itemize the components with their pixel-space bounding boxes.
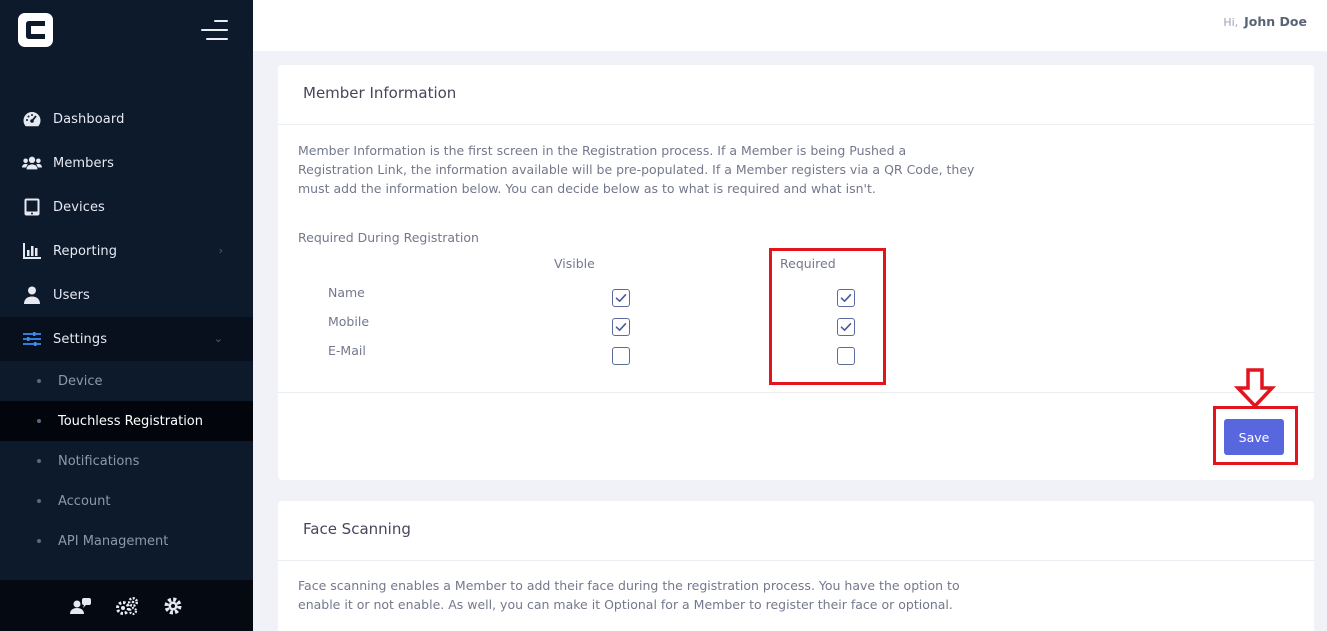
save-button-highlight: [1213, 406, 1298, 465]
user-icon: [22, 285, 42, 305]
sidebar-item-label: Devices: [53, 199, 105, 215]
arrow-down-icon: [1234, 368, 1276, 409]
chevron-down-icon: ⌄: [213, 332, 223, 345]
column-header-visible: Visible: [554, 256, 595, 271]
card-header: Face Scanning: [278, 501, 1314, 561]
mobile-visible-checkbox[interactable]: [612, 318, 630, 336]
sidebar-subitem-label: API Management: [58, 533, 169, 549]
sidebar-subitem-label: Touchless Registration: [58, 413, 203, 429]
gear-icon[interactable]: [161, 594, 185, 618]
bullet-dot: [37, 419, 41, 423]
chevron-right-icon: ›: [218, 244, 223, 257]
sidebar-item-label: Dashboard: [53, 111, 125, 127]
user-greeting[interactable]: Hi, John Doe: [1223, 14, 1307, 29]
bullet-dot: [37, 539, 41, 543]
tablet-icon: [22, 197, 42, 217]
sidebar-subitem-touchless-registration[interactable]: Touchless Registration: [0, 401, 253, 441]
sidebar-item-members[interactable]: Members: [0, 141, 253, 185]
sidebar-item-settings[interactable]: Settings ⌄: [0, 317, 253, 361]
user-chat-icon[interactable]: [69, 594, 93, 618]
card-header: Member Information: [278, 65, 1314, 125]
sidebar-item-label: Settings: [53, 331, 108, 347]
sidebar-item-devices[interactable]: Devices: [0, 185, 253, 229]
card-title: Member Information: [303, 84, 457, 102]
sidebar-subitem-label: Notifications: [58, 453, 140, 469]
sidebar: Dashboard Members Devices Reporting › Us…: [0, 0, 253, 631]
greeting-text: Hi,: [1223, 16, 1239, 29]
card-description: Member Information is the first screen i…: [298, 143, 975, 196]
card-title: Face Scanning: [303, 520, 411, 538]
sidebar-subitem-device[interactable]: Device: [0, 361, 253, 401]
email-visible-checkbox[interactable]: [612, 347, 630, 365]
name-visible-checkbox[interactable]: [612, 289, 630, 307]
card-footer-divider: [278, 392, 1314, 393]
sidebar-subitem-account[interactable]: Account: [0, 481, 253, 521]
sidebar-footer: [0, 580, 253, 631]
top-header: Hi, John Doe: [253, 0, 1327, 51]
members-group-icon: [22, 153, 42, 173]
settings-submenu: Device Touchless Registration Notificati…: [0, 361, 253, 561]
card-description: Face scanning enables a Member to add th…: [298, 578, 960, 612]
user-name: John Doe: [1244, 14, 1307, 29]
dashboard-gauge-icon: [22, 109, 42, 129]
sidebar-subitem-label: Account: [58, 493, 111, 509]
bullet-dot: [37, 499, 41, 503]
sidebar-item-reporting[interactable]: Reporting ›: [0, 229, 253, 273]
sidebar-menu: Dashboard Members Devices Reporting › Us…: [0, 97, 253, 561]
sidebar-item-label: Users: [53, 287, 90, 303]
sidebar-subitem-label: Device: [58, 373, 103, 389]
brand-bar: [0, 0, 253, 62]
sidebar-item-label: Reporting: [53, 243, 118, 259]
bullet-dot: [37, 379, 41, 383]
sidebar-item-label: Members: [53, 155, 114, 171]
face-scanning-card: Face Scanning Face scanning enables a Me…: [278, 501, 1314, 631]
sidebar-item-users[interactable]: Users: [0, 273, 253, 317]
field-label-email: E-Mail: [328, 343, 366, 358]
field-label-mobile: Mobile: [328, 314, 370, 329]
gears-icon[interactable]: [115, 594, 139, 618]
bullet-dot: [37, 459, 41, 463]
section-label: Required During Registration: [298, 230, 479, 245]
sidebar-item-dashboard[interactable]: Dashboard: [0, 97, 253, 141]
bar-chart-icon: [22, 241, 42, 261]
field-label-name: Name: [328, 285, 365, 300]
sidebar-subitem-api-management[interactable]: API Management: [0, 521, 253, 561]
required-column-highlight: [769, 248, 886, 385]
sliders-icon: [22, 329, 42, 349]
app-logo[interactable]: [18, 13, 53, 47]
menu-toggle-icon[interactable]: [201, 20, 228, 40]
sidebar-subitem-notifications[interactable]: Notifications: [0, 441, 253, 481]
